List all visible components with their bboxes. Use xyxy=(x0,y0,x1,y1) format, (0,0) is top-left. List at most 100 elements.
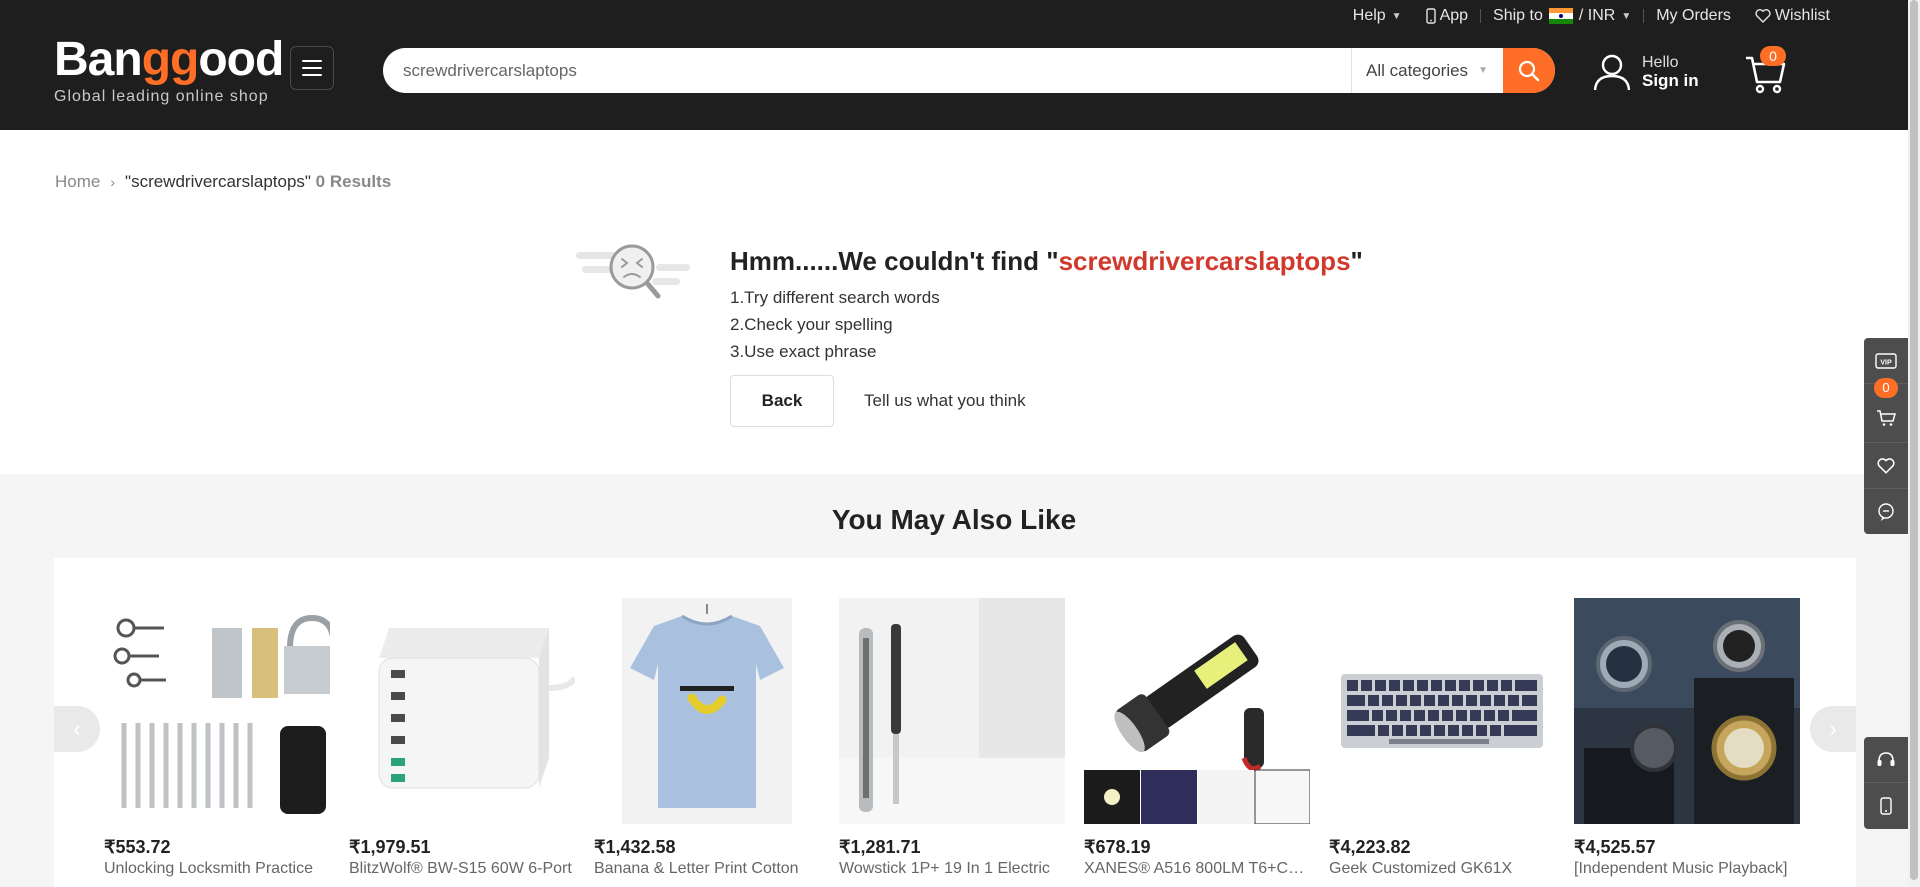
vip-icon: VIP xyxy=(1875,352,1897,369)
search-keyword: screwdrivercarslaptops xyxy=(1058,246,1351,276)
india-flag-icon xyxy=(1548,8,1573,24)
product-image xyxy=(1574,598,1800,824)
product-name[interactable]: [Independent Music Playback] xyxy=(1574,860,1800,878)
my-orders-label: My Orders xyxy=(1656,7,1731,24)
chevron-right-icon: › xyxy=(110,174,116,190)
product-name[interactable]: BlitzWolf® BW-S15 60W 6-Port xyxy=(349,860,575,878)
product-price: ₹4,223.82 xyxy=(1329,837,1411,857)
product-name[interactable]: Banana & Letter Print Cotton xyxy=(594,860,820,878)
tip-item: 2.Check your spelling xyxy=(730,315,893,334)
app-label: App xyxy=(1439,7,1469,24)
headset-icon xyxy=(1877,751,1895,766)
help-label: Help xyxy=(1352,7,1386,24)
product-name[interactable]: Wowstick 1P+ 19 In 1 Electric xyxy=(839,860,1065,878)
app-link[interactable]: App xyxy=(1414,6,1480,26)
sidebar-feedback-button[interactable] xyxy=(1864,488,1908,534)
product-image xyxy=(1329,598,1555,824)
product-image xyxy=(349,598,578,824)
wishlist-label: Wishlist xyxy=(1774,7,1830,24)
top-bar: Help ▼ App Ship to / INR ▼ My Orders Wis… xyxy=(1341,6,1842,26)
my-orders-link[interactable]: My Orders xyxy=(1644,6,1743,26)
product-price: ₹553.72 xyxy=(104,837,171,857)
logo-wordmark: Banggood xyxy=(54,33,284,86)
page-scrollbar[interactable] xyxy=(1908,0,1920,887)
sidebar-cart-button[interactable]: 0 xyxy=(1864,378,1908,442)
heart-icon xyxy=(1755,9,1771,23)
product-image xyxy=(1084,598,1311,825)
product-image xyxy=(104,598,337,824)
product-name[interactable]: Geek Customized GK61X xyxy=(1329,860,1555,878)
scrollbar-thumb[interactable] xyxy=(1910,0,1918,880)
product-card[interactable]: ₹4,223.82 Geek Customized GK61X xyxy=(1329,598,1555,878)
product-price: ₹1,281.71 xyxy=(839,837,921,857)
sign-in-link[interactable]: Sign in xyxy=(1642,72,1699,90)
customer-service-button[interactable] xyxy=(1864,737,1908,783)
category-label: All categories xyxy=(1366,60,1469,80)
search-bar: All categories ▼ xyxy=(383,48,1555,93)
no-results-heading: Hmm......We couldn't find "screwdriverca… xyxy=(730,246,1363,276)
floating-sidebar: VIP 0 xyxy=(1864,338,1908,534)
sidebar-cart-count: 0 xyxy=(1874,378,1898,398)
chevron-left-icon: ‹ xyxy=(73,716,81,741)
product-card[interactable]: ₹1,281.71 Wowstick 1P+ 19 In 1 Electric xyxy=(839,598,1065,878)
app-download-button[interactable] xyxy=(1864,783,1908,829)
chevron-right-icon: › xyxy=(1829,716,1837,741)
product-name[interactable]: Unlocking Locksmith Practice xyxy=(104,860,330,878)
caret-down-icon: ▼ xyxy=(1478,65,1488,76)
cart-icon xyxy=(1877,410,1896,426)
carousel-next-button[interactable]: › xyxy=(1810,706,1856,752)
product-card[interactable]: ₹4,525.57 [Independent Music Playback] xyxy=(1574,598,1800,878)
product-price: ₹678.19 xyxy=(1084,837,1151,857)
currency-label: / INR xyxy=(1578,7,1616,24)
category-menu-button[interactable] xyxy=(290,46,334,90)
search-input[interactable] xyxy=(383,48,1351,93)
breadcrumb-search-term: "screwdrivercarslaptops" xyxy=(125,172,311,191)
section-title: You May Also Like xyxy=(831,504,1077,535)
sidebar-wishlist-button[interactable] xyxy=(1864,442,1908,488)
site-header: Help ▼ App Ship to / INR ▼ My Orders Wis… xyxy=(0,0,1908,130)
breadcrumb: Home › "screwdrivercarslaptops" 0 Result… xyxy=(55,172,391,192)
cart-count-badge: 0 xyxy=(1760,46,1786,66)
phone-icon xyxy=(1880,797,1892,815)
tip-item: 1.Try different search words xyxy=(730,288,940,307)
product-price: ₹1,979.51 xyxy=(349,837,431,857)
back-button[interactable]: Back xyxy=(730,375,834,427)
sidebar-group-top: VIP 0 xyxy=(1864,338,1908,534)
banggood-logo[interactable]: Banggood Global leading online shop xyxy=(54,33,284,106)
user-icon xyxy=(1593,54,1631,91)
product-price: ₹1,432.58 xyxy=(594,837,676,857)
search-icon xyxy=(1518,60,1540,81)
search-button[interactable] xyxy=(1503,48,1555,93)
feedback-link[interactable]: Tell us what you think xyxy=(864,391,1026,411)
product-name[interactable]: XANES® A516 800LM T6+COB xyxy=(1084,860,1310,878)
cart-button[interactable]: 0 xyxy=(1744,46,1786,99)
heart-icon xyxy=(1877,457,1895,474)
no-results-message: Hmm......We couldn't find "screwdriverca… xyxy=(730,244,1363,427)
hello-label: Hello xyxy=(1642,54,1679,71)
help-menu[interactable]: Help ▼ xyxy=(1341,6,1414,26)
sidebar-group-bottom xyxy=(1864,737,1908,829)
product-card[interactable]: ₹678.19 XANES® A516 800LM T6+COB xyxy=(1084,598,1311,878)
chat-icon xyxy=(1878,502,1894,521)
svg-text:VIP: VIP xyxy=(1880,359,1892,366)
account-menu[interactable]: Hello Sign in xyxy=(1592,52,1699,92)
product-card[interactable]: ₹1,432.58 Banana & Letter Print Cotton xyxy=(594,598,820,878)
logo-tagline: Global leading online shop xyxy=(54,88,269,105)
product-card[interactable]: ₹553.72 Unlocking Locksmith Practice xyxy=(104,598,337,878)
wishlist-link[interactable]: Wishlist xyxy=(1743,6,1842,26)
tip-item: 3.Use exact phrase xyxy=(730,342,877,361)
ship-to-label: Ship to xyxy=(1493,7,1543,24)
caret-down-icon: ▼ xyxy=(1391,10,1402,22)
category-select[interactable]: All categories ▼ xyxy=(1351,48,1503,93)
result-count: 0 Results xyxy=(315,172,392,191)
product-image xyxy=(839,598,1065,824)
search-tips: 1.Try different search words 2.Check you… xyxy=(730,284,1363,365)
caret-down-icon: ▼ xyxy=(1621,10,1632,22)
product-card[interactable]: ₹1,979.51 BlitzWolf® BW-S15 60W 6-Port xyxy=(349,598,578,878)
product-price: ₹4,525.57 xyxy=(1574,837,1656,857)
breadcrumb-home[interactable]: Home xyxy=(55,172,100,192)
carousel-prev-button[interactable]: ‹ xyxy=(54,706,100,752)
ship-to-selector[interactable]: Ship to / INR ▼ xyxy=(1481,6,1643,26)
no-results-magnifier-icon xyxy=(576,244,690,299)
product-image xyxy=(594,598,820,824)
